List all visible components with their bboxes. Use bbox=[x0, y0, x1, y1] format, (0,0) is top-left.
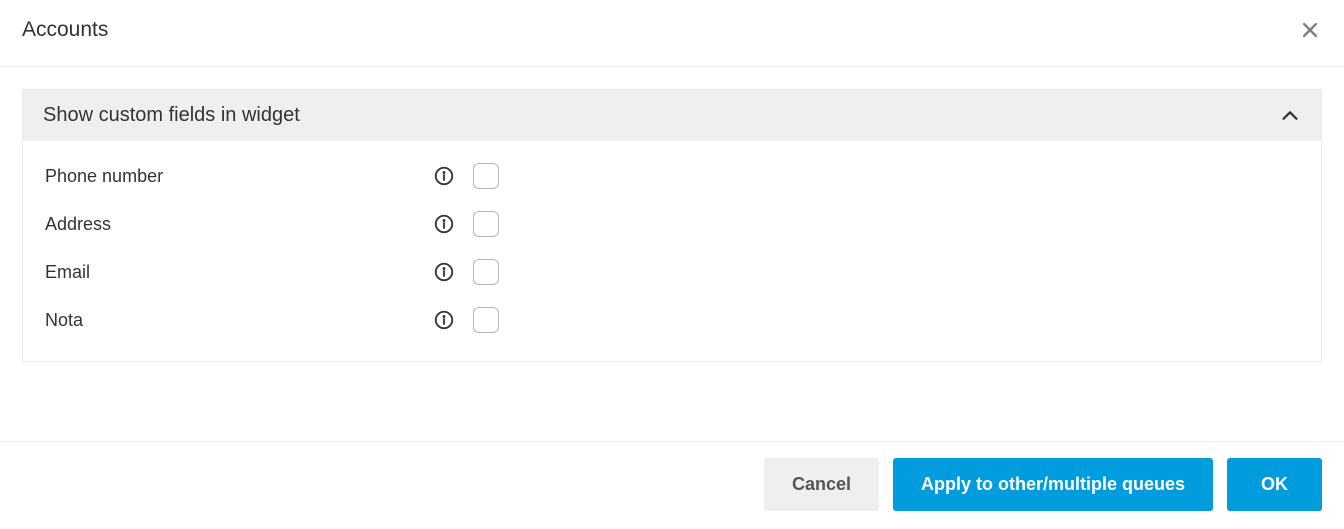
field-label: Email bbox=[45, 262, 433, 283]
info-icon[interactable] bbox=[433, 261, 455, 283]
checkbox-phone-number[interactable] bbox=[473, 163, 499, 189]
field-label: Phone number bbox=[45, 166, 433, 187]
checkbox-address[interactable] bbox=[473, 211, 499, 237]
field-label: Nota bbox=[45, 310, 433, 331]
field-label: Address bbox=[45, 214, 433, 235]
field-row-address: Address bbox=[45, 211, 1299, 237]
modal-header: Accounts bbox=[0, 0, 1344, 67]
modal-footer: Cancel Apply to other/multiple queues OK bbox=[0, 441, 1344, 529]
field-row-email: Email bbox=[45, 259, 1299, 285]
info-icon[interactable] bbox=[433, 213, 455, 235]
section-title: Show custom fields in widget bbox=[43, 104, 300, 127]
field-row-nota: Nota bbox=[45, 307, 1299, 333]
info-icon[interactable] bbox=[433, 309, 455, 331]
chevron-up-icon bbox=[1279, 105, 1301, 127]
info-icon[interactable] bbox=[433, 165, 455, 187]
apply-button[interactable]: Apply to other/multiple queues bbox=[893, 458, 1213, 511]
section-header[interactable]: Show custom fields in widget bbox=[23, 90, 1321, 141]
ok-button[interactable]: OK bbox=[1227, 458, 1322, 511]
checkbox-nota[interactable] bbox=[473, 307, 499, 333]
modal-body: Show custom fields in widget Phone numbe… bbox=[0, 67, 1344, 441]
custom-fields-section: Show custom fields in widget Phone numbe… bbox=[22, 89, 1322, 362]
accounts-modal: Accounts Show custom fields in widget Ph… bbox=[0, 0, 1344, 529]
close-icon bbox=[1300, 20, 1320, 40]
close-button[interactable] bbox=[1298, 18, 1322, 42]
checkbox-email[interactable] bbox=[473, 259, 499, 285]
modal-title: Accounts bbox=[22, 18, 108, 42]
field-row-phone-number: Phone number bbox=[45, 163, 1299, 189]
cancel-button[interactable]: Cancel bbox=[764, 458, 879, 511]
section-body: Phone number Address bbox=[23, 141, 1321, 361]
